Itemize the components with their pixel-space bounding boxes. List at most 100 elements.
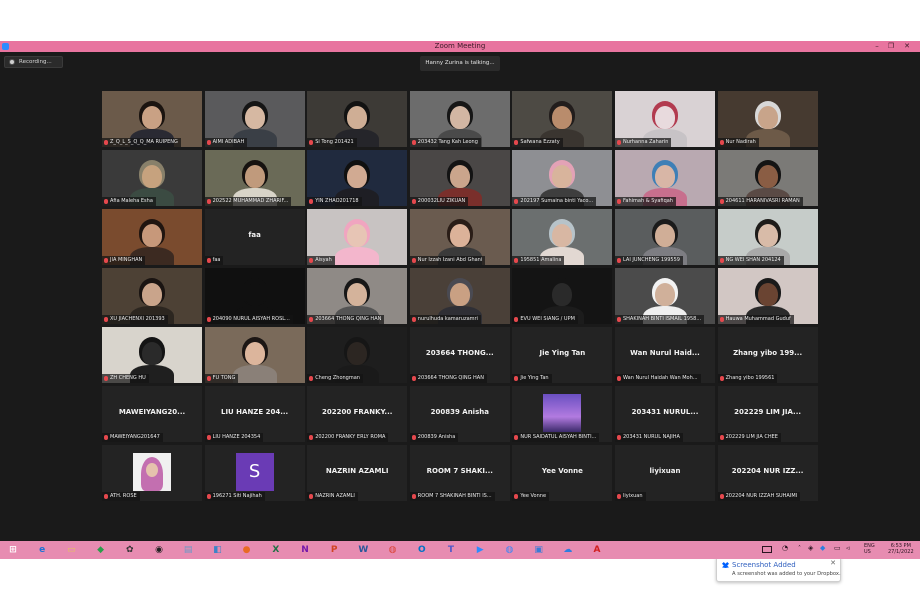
onedrive-icon[interactable]: ☁ [561,544,575,557]
acrobat-icon[interactable]: A [590,544,604,557]
participant-face [347,342,368,365]
word-icon[interactable]: W [356,544,370,557]
participant-tile[interactable]: SHAKINAH BINTI ISMAIL 1958... [615,268,715,324]
participant-tile[interactable]: Z_Q_L_S_Q_Q_MA RUIPENG [102,91,202,147]
participant-tile[interactable]: FU TONG [204,327,305,383]
screen: Zoom Meeting – ❐ ✕ Recording... Hanny Zu… [0,41,920,582]
participant-tile[interactable]: nurulhuda kamaruzamri [409,268,510,324]
chrome-icon[interactable]: ◍ [386,544,400,557]
participant-tile[interactable]: NUR SAIDATUL AISYAH BINTI... [512,386,613,442]
participant-tile[interactable]: ZH CHENG HU [102,327,202,383]
participant-tile[interactable]: 200839 Anisha 200839 Anisha [409,386,510,442]
participant-name-label: ZH CHENG HU [102,374,149,383]
notification-close-button[interactable]: ✕ [830,559,836,567]
participant-tile[interactable]: Afia Maleha Esha [102,150,202,206]
photos-icon[interactable]: ▣ [532,544,546,557]
participant-tile[interactable]: liyixuan liyixuan [615,445,715,501]
excel-icon[interactable]: X [269,544,283,557]
notepad-icon[interactable]: ▤ [181,544,195,557]
onenote-icon[interactable]: N [298,544,312,557]
participant-tile[interactable]: LIU HANZE 204... LIU HANZE 204354 [204,386,305,442]
participant-tile[interactable]: Si Tong 201421 [307,91,408,147]
participant-tile[interactable]: 204090 NURUL AISYAH ROSL... [204,268,305,324]
participant-tile[interactable]: 202204 NUR IZZ... 202204 NUR IZZAH SUHAIM… [717,445,818,501]
participant-tile[interactable]: LAI JUNCHENG 199559 [615,209,715,265]
minimize-button[interactable]: – [870,41,884,52]
participant-tile[interactable]: ATH. ROSE [102,445,202,501]
participant-tile[interactable]: 203432 Tang Kah Leong [409,91,510,147]
ie-icon[interactable]: e [35,544,49,557]
paint-icon[interactable]: ✿ [123,544,137,557]
participant-tile[interactable]: Wan Nurul Haid... Wan Nurul Haidah Wan Mo… [615,327,715,383]
participant-tile[interactable]: MAWEIYANG20... MAWEIYANG201647 [102,386,202,442]
participant-tile[interactable]: faa faa [204,209,305,265]
firefox-icon[interactable]: ● [240,544,254,557]
app-green-icon[interactable]: ◆ [94,544,108,557]
participant-tile[interactable]: 203431 NURUL... 203431 NURUL NAJIHA [615,386,715,442]
participant-tile[interactable]: Yee Vonne Yee Vonne [512,445,613,501]
participant-tile[interactable]: 195851 Amalina [512,209,613,265]
participant-tile[interactable]: XU JIACHENXI 201393 [102,268,202,324]
powerpoint-icon[interactable]: P [327,544,341,557]
participant-tile[interactable]: 202197 Sumaina binti Yaco... [512,150,613,206]
participant-tile[interactable]: 204611 HARANIVASRI RAMAN [717,150,818,206]
file-explorer-icon[interactable]: ▭ [64,544,78,557]
chevron-up-icon[interactable]: ˄ [798,545,801,552]
battery-icon[interactable]: ▭ [834,544,841,552]
camera-icon[interactable]: ◉ [152,544,166,557]
participant-tile[interactable]: 202229 LIM JIA... 202229 LIM JIA CHEE [717,386,818,442]
participant-tile[interactable]: Safwana Ezzaty [512,91,613,147]
participant-name-label: 204611 HARANIVASRI RAMAN [717,197,803,206]
recording-label: Recording... [19,59,52,65]
chrome-alt-icon[interactable]: ◍ [502,544,516,557]
participant-face [757,224,778,247]
muted-mic-icon [514,140,519,145]
participant-tile[interactable]: Nurhanna Zaharin [615,91,715,147]
network-icon[interactable]: ◔ [782,544,788,552]
keyboard-icon[interactable] [762,546,772,553]
close-button[interactable]: ✕ [900,41,914,52]
participant-name-label: faa [204,256,224,265]
participant-face [244,106,265,129]
participant-tile[interactable]: 203664 THONG QING HAN [307,268,408,324]
maximize-button[interactable]: ❐ [884,41,898,52]
participant-tile[interactable]: NAZRIN AZAMLI NAZRIN AZAMLI [307,445,408,501]
participant-tile[interactable]: 202522 MUHAMMAD ZHARIF... [204,150,305,206]
participant-tile[interactable]: Nur Nadirah [717,91,818,147]
zoom-icon[interactable]: ▶ [473,544,487,557]
participant-tile[interactable]: YIN ZHAO201718 [307,150,408,206]
participant-tile[interactable]: Cheng Zhongman [307,327,408,383]
participant-tile[interactable]: 203664 THONG... 203664 THONG QING HAN [409,327,510,383]
teams-icon[interactable]: T [444,544,458,557]
notification-message: A screenshot was added to your Dropbox. [732,571,841,577]
language-indicator[interactable]: ENG US [864,543,875,555]
participant-tile[interactable]: 200032LIU ZIKUAN [409,150,510,206]
volume-icon[interactable]: ◃ [846,544,850,552]
muted-mic-icon [411,376,416,381]
app-blue-icon[interactable]: ◧ [210,544,224,557]
participant-tile[interactable]: Nur Izzah Izani Abd Ghani [409,209,510,265]
participant-tile[interactable]: Jie Ying Tan Jie Ying Tan [512,327,613,383]
tray-app-icon[interactable]: ◈ [808,544,813,552]
participant-tile[interactable]: NG WEI SHAN 204124 [717,209,818,265]
participant-tile[interactable]: ROOM 7 SHAKI... ROOM 7 SHAKINAH BINTI IS.… [409,445,510,501]
recording-indicator[interactable]: Recording... [4,56,63,68]
participant-face [757,165,778,188]
participant-tile[interactable]: Zhang yibo 199... Zhang yibo 199561 [717,327,818,383]
participant-tile[interactable]: Fahimah & Syafiqah [615,150,715,206]
participant-tile[interactable]: S 196271 Siti Najihah [204,445,305,501]
outlook-icon[interactable]: O [415,544,429,557]
participant-tile[interactable]: JIA MINGHAN [102,209,202,265]
start-icon[interactable]: ⊞ [6,544,20,557]
participant-face [552,283,573,306]
muted-mic-icon [309,199,314,204]
participant-tile[interactable]: Aisyah [307,209,408,265]
muted-mic-icon [719,317,724,322]
participant-tile[interactable]: EVU WEI SIANG / UPM [512,268,613,324]
participant-tile[interactable]: Hauwa Muhammad Guduf [717,268,818,324]
dropbox-tray-icon[interactable]: ◆ [820,544,825,552]
participant-tile[interactable]: 202200 FRANKY... 202200 FRANKY ERLY ROMA [307,386,408,442]
dropbox-notification[interactable]: Screenshot Added A screenshot was added … [716,556,841,582]
clock[interactable]: 6:53 PM 27/1/2022 [888,543,914,555]
participant-tile[interactable]: AIMI ADIBAH [204,91,305,147]
